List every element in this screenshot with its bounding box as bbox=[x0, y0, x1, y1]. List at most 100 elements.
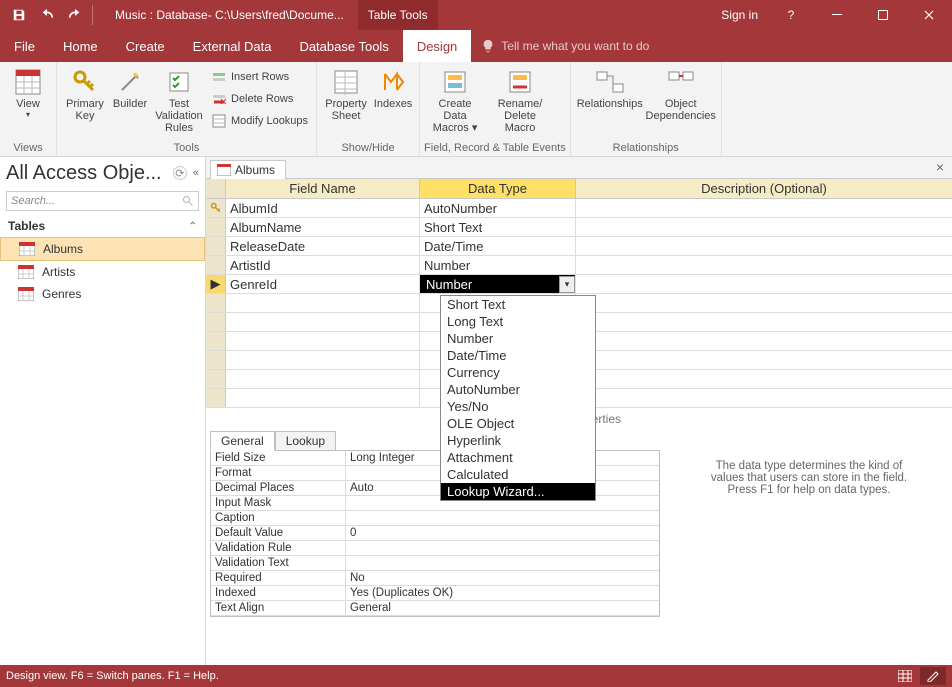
property-value[interactable]: 0 bbox=[346, 526, 659, 540]
nav-filter-icon[interactable]: ⟳ bbox=[173, 166, 187, 180]
insert-rows-button[interactable]: Insert Rows bbox=[207, 66, 312, 88]
property-row[interactable]: IndexedYes (Duplicates OK) bbox=[211, 586, 659, 601]
field-name-cell[interactable]: AlbumName bbox=[226, 218, 420, 236]
col-description[interactable]: Description (Optional) bbox=[576, 179, 952, 198]
context-tab-table-tools[interactable]: Table Tools bbox=[358, 0, 438, 30]
nav-pane-title[interactable]: All Access Obje... bbox=[6, 162, 162, 185]
description-cell[interactable] bbox=[576, 199, 952, 217]
delete-rows-button[interactable]: Delete Rows bbox=[207, 88, 312, 110]
data-type-option[interactable]: Short Text bbox=[441, 296, 595, 313]
col-data-type[interactable]: Data Type bbox=[420, 179, 576, 198]
property-row[interactable]: Caption bbox=[211, 511, 659, 526]
design-row[interactable]: ArtistIdNumber bbox=[206, 256, 952, 275]
property-sheet-button[interactable]: Property Sheet bbox=[321, 64, 371, 122]
data-type-option[interactable]: Lookup Wizard... bbox=[441, 483, 595, 500]
row-selector[interactable] bbox=[206, 218, 226, 236]
row-selector[interactable] bbox=[206, 256, 226, 274]
test-validation-button[interactable]: Test Validation Rules bbox=[151, 64, 207, 134]
relationships-button[interactable]: Relationships bbox=[575, 64, 645, 110]
row-selector[interactable]: ▶ bbox=[206, 275, 226, 293]
property-value[interactable]: No bbox=[346, 571, 659, 585]
design-row[interactable]: ▶GenreIdNumber▾ bbox=[206, 275, 952, 294]
property-row[interactable]: Default Value0 bbox=[211, 526, 659, 541]
data-type-option[interactable]: Calculated bbox=[441, 466, 595, 483]
row-selector[interactable] bbox=[206, 199, 226, 217]
tab-external-data[interactable]: External Data bbox=[179, 30, 286, 62]
nav-collapse-icon[interactable]: « bbox=[193, 167, 199, 179]
field-name-cell[interactable]: AlbumId bbox=[226, 199, 420, 217]
design-row[interactable]: AlbumIdAutoNumber bbox=[206, 199, 952, 218]
tell-me-search[interactable]: Tell me what you want to do bbox=[471, 30, 659, 62]
description-cell[interactable] bbox=[576, 275, 952, 293]
builder-button[interactable]: Builder bbox=[109, 64, 151, 110]
data-type-option[interactable]: Attachment bbox=[441, 449, 595, 466]
tab-database-tools[interactable]: Database Tools bbox=[285, 30, 402, 62]
data-type-dropdown[interactable]: Short TextLong TextNumberDate/TimeCurren… bbox=[440, 295, 596, 501]
tab-file[interactable]: File bbox=[0, 30, 49, 62]
help-button[interactable]: ? bbox=[768, 0, 814, 30]
view-button[interactable]: View▾ bbox=[4, 64, 52, 119]
nav-item-albums[interactable]: Albums bbox=[0, 237, 205, 261]
nav-group-tables[interactable]: Tables ⌃ bbox=[0, 215, 205, 237]
rename-delete-macro-button[interactable]: Rename/ Delete Macro bbox=[486, 64, 554, 134]
close-button[interactable] bbox=[906, 0, 952, 30]
maximize-button[interactable] bbox=[860, 0, 906, 30]
save-icon[interactable] bbox=[6, 3, 32, 27]
minimize-button[interactable] bbox=[814, 0, 860, 30]
data-type-cell[interactable]: Short Text bbox=[420, 218, 576, 236]
view-design-button[interactable] bbox=[920, 667, 946, 685]
dropdown-button[interactable]: ▾ bbox=[559, 276, 575, 293]
field-name-cell[interactable]: ReleaseDate bbox=[226, 237, 420, 255]
field-name-cell[interactable]: GenreId bbox=[226, 275, 420, 293]
data-type-option[interactable]: Currency bbox=[441, 364, 595, 381]
property-value[interactable]: Yes (Duplicates OK) bbox=[346, 586, 659, 600]
primary-key-button[interactable]: Primary Key bbox=[61, 64, 109, 122]
create-data-macros-button[interactable]: Create Data Macros ▾ bbox=[424, 64, 486, 134]
col-field-name[interactable]: Field Name bbox=[226, 179, 420, 198]
tab-create[interactable]: Create bbox=[112, 30, 179, 62]
object-dependencies-button[interactable]: Object Dependencies bbox=[645, 64, 717, 122]
data-type-option[interactable]: AutoNumber bbox=[441, 381, 595, 398]
property-value[interactable] bbox=[346, 556, 659, 570]
undo-icon[interactable] bbox=[34, 3, 60, 27]
indexes-button[interactable]: Indexes bbox=[371, 64, 415, 110]
prop-tab-general[interactable]: General bbox=[210, 431, 275, 451]
nav-item-genres[interactable]: Genres bbox=[0, 283, 205, 305]
data-type-option[interactable]: Number bbox=[441, 330, 595, 347]
property-value[interactable] bbox=[346, 511, 659, 525]
data-type-option[interactable]: Hyperlink bbox=[441, 432, 595, 449]
data-type-cell[interactable]: Number bbox=[420, 256, 576, 274]
tab-home[interactable]: Home bbox=[49, 30, 112, 62]
doc-close-button[interactable]: × bbox=[928, 159, 952, 175]
description-cell[interactable] bbox=[576, 256, 952, 274]
signin-link[interactable]: Sign in bbox=[711, 8, 768, 22]
description-cell[interactable] bbox=[576, 218, 952, 236]
property-row[interactable]: Validation Rule bbox=[211, 541, 659, 556]
data-type-option[interactable]: Yes/No bbox=[441, 398, 595, 415]
tab-design[interactable]: Design bbox=[403, 30, 471, 62]
property-row[interactable]: Text AlignGeneral bbox=[211, 601, 659, 616]
property-value[interactable] bbox=[346, 541, 659, 555]
group-showhide-label: Show/Hide bbox=[321, 140, 415, 156]
data-type-cell[interactable]: AutoNumber bbox=[420, 199, 576, 217]
data-type-option[interactable]: Date/Time bbox=[441, 347, 595, 364]
design-row[interactable]: ReleaseDateDate/Time bbox=[206, 237, 952, 256]
row-selector[interactable] bbox=[206, 237, 226, 255]
view-datasheet-button[interactable] bbox=[892, 667, 918, 685]
description-cell[interactable] bbox=[576, 237, 952, 255]
search-input[interactable]: Search... bbox=[6, 191, 199, 211]
data-type-option[interactable]: OLE Object bbox=[441, 415, 595, 432]
redo-icon[interactable] bbox=[62, 3, 88, 27]
property-row[interactable]: Validation Text bbox=[211, 556, 659, 571]
data-type-cell[interactable]: Number▾ bbox=[420, 275, 576, 293]
nav-item-artists[interactable]: Artists bbox=[0, 261, 205, 283]
modify-lookups-button[interactable]: Modify Lookups bbox=[207, 110, 312, 132]
doc-tab-albums[interactable]: Albums bbox=[210, 160, 286, 179]
design-row[interactable]: AlbumNameShort Text bbox=[206, 218, 952, 237]
property-row[interactable]: RequiredNo bbox=[211, 571, 659, 586]
data-type-option[interactable]: Long Text bbox=[441, 313, 595, 330]
data-type-cell[interactable]: Date/Time bbox=[420, 237, 576, 255]
property-value[interactable]: General bbox=[346, 601, 659, 615]
prop-tab-lookup[interactable]: Lookup bbox=[275, 431, 336, 451]
field-name-cell[interactable]: ArtistId bbox=[226, 256, 420, 274]
